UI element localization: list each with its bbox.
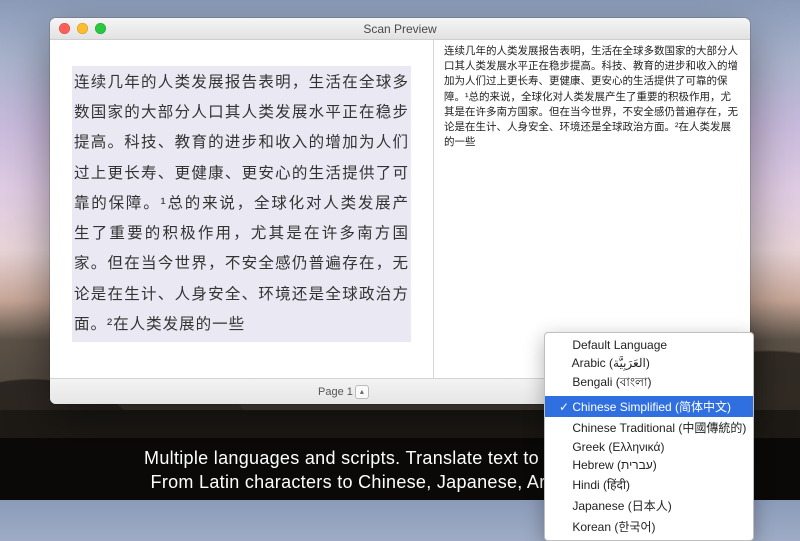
language-menu-item[interactable]: Japanese (日本人) [545, 495, 753, 516]
language-menu-item[interactable]: Hebrew (עברית) [545, 456, 753, 474]
page-label: Page 1 [318, 386, 353, 398]
language-menu-item[interactable]: Hindi (हिंदी) [545, 474, 753, 495]
scan-image-pane: 连续几年的人类发展报告表明，生活在全球多数国家的大部分人口其人类发展水平正在稳步… [50, 40, 434, 378]
language-menu-item[interactable]: Korean (한국어) [545, 516, 753, 537]
language-menu-item[interactable]: Greek (Ελληνικά) [545, 438, 753, 456]
language-menu[interactable]: Default Language Arabic (العَرَبِيَّة) B… [544, 332, 754, 541]
language-menu-item[interactable]: ✓ Chinese Simplified (简体中文) [545, 396, 753, 417]
window-title: Scan Preview [50, 22, 750, 36]
titlebar: Scan Preview [50, 18, 750, 40]
page-step-up-button[interactable]: ▴ [355, 385, 369, 399]
language-menu-item[interactable]: Chinese Traditional (中國傳統的) [545, 417, 753, 438]
ocr-result-pane: 连续几年的人类发展报告表明，生活在全球多数国家的大部分人口其人类发展水平正在稳步… [434, 40, 750, 378]
language-menu-item[interactable]: Default Language [545, 336, 753, 354]
ocr-text[interactable]: 连续几年的人类发展报告表明，生活在全球多数国家的大部分人口其人类发展水平正在稳步… [444, 44, 740, 151]
language-menu-item[interactable]: Bengali (বাংলা) [545, 372, 753, 396]
scanned-text: 连续几年的人类发展报告表明，生活在全球多数国家的大部分人口其人类发展水平正在稳步… [72, 66, 411, 342]
language-menu-item[interactable]: Arabic (العَرَبِيَّة) [545, 354, 753, 372]
